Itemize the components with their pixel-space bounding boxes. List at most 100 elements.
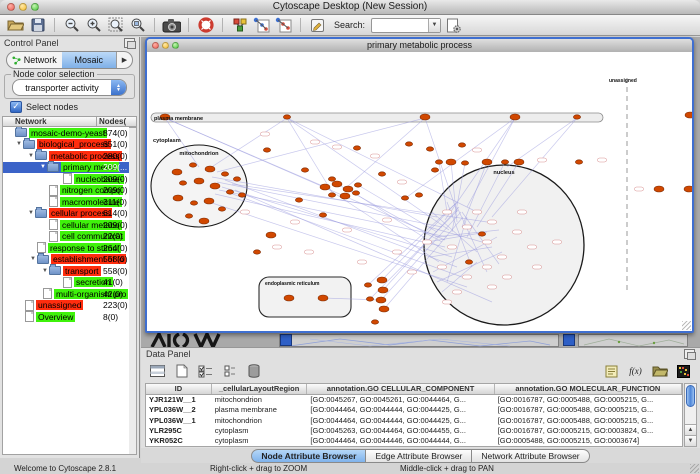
tree-row[interactable]: mosaic-demo-yeast874(0) <box>3 127 136 139</box>
expander-icon[interactable]: ▼ <box>27 210 35 216</box>
tree-row[interactable]: cellular metabo209(0) <box>3 219 136 231</box>
tree-row[interactable]: ▼cellular process614(0) <box>3 208 136 220</box>
network-node[interactable] <box>431 168 438 172</box>
network-node[interactable] <box>185 214 192 218</box>
table-row[interactable]: YKR052Ccytoplasm[GO:0044464, GO:0044446,… <box>146 436 682 446</box>
network-node[interactable] <box>478 232 485 236</box>
network-node[interactable] <box>190 201 197 205</box>
save-icon[interactable] <box>28 17 47 34</box>
tab-mosaic[interactable]: Mosaic <box>62 52 117 68</box>
scroll-up-button[interactable]: ▲ <box>685 424 696 435</box>
table-row[interactable]: YDR039C__1mitochondrion[GO:0044464, GO:0… <box>146 446 682 447</box>
table-column-header[interactable]: annotation.GO CELLULAR_COMPONENT <box>307 384 494 394</box>
search-dropdown-arrow[interactable]: ▼ <box>428 19 440 32</box>
network-node[interactable] <box>340 193 350 199</box>
network-node[interactable] <box>343 186 353 192</box>
tree-scrollbar[interactable] <box>129 127 137 455</box>
network-node[interactable] <box>446 159 456 165</box>
network-node[interactable] <box>179 181 186 185</box>
formula-notes-icon[interactable] <box>601 362 622 381</box>
tree-row[interactable]: ▼metabolic process280(0) <box>3 150 136 162</box>
network-node[interactable] <box>199 218 209 224</box>
network-node[interactable] <box>366 297 373 301</box>
network-node[interactable] <box>510 114 520 120</box>
network-node[interactable] <box>376 297 386 303</box>
table-row[interactable]: YPL036W__1mitochondrion[GO:0044464, GO:0… <box>146 416 682 426</box>
tree-row-label[interactable]: unassigned <box>36 300 83 310</box>
import-attributes-icon[interactable] <box>649 362 670 381</box>
network-node[interactable] <box>301 168 308 172</box>
expander-icon[interactable]: ▼ <box>15 141 23 147</box>
table-column-header[interactable]: annotation.GO MOLECULAR_FUNCTION <box>495 384 682 394</box>
select-nodes-checkbox[interactable]: ✓ <box>10 101 22 113</box>
attribute-browser-tab[interactable]: Network Attribute Browser <box>472 449 589 463</box>
network-node[interactable] <box>575 160 582 164</box>
tree-row-label[interactable]: mosaic-demo-yeast <box>29 128 107 138</box>
import-network-icon[interactable] <box>252 17 271 34</box>
network-node[interactable] <box>405 142 412 146</box>
tree-col-nodes[interactable]: Nodes( <box>96 117 136 126</box>
network-node[interactable] <box>204 198 214 204</box>
network-node[interactable] <box>319 213 326 217</box>
network-node[interactable] <box>401 196 408 200</box>
network-node[interactable] <box>458 143 465 147</box>
tree-row-label[interactable]: transport <box>63 266 101 276</box>
network-node[interactable] <box>172 169 182 175</box>
zoom-out-icon[interactable] <box>62 17 81 34</box>
delete-attribute-icon[interactable] <box>243 362 264 381</box>
network-node[interactable] <box>283 115 290 119</box>
network-node[interactable] <box>238 193 245 197</box>
network-node[interactable] <box>377 277 387 283</box>
network-node[interactable] <box>415 193 422 197</box>
network-node[interactable] <box>328 193 335 197</box>
network-node[interactable] <box>378 287 388 293</box>
tree-row[interactable]: ▼primary metab209(... <box>3 162 136 174</box>
float-panel-icon[interactable] <box>124 38 135 48</box>
network-node[interactable] <box>435 160 442 164</box>
tree-header[interactable]: Network Nodes( <box>2 116 137 127</box>
network-node[interactable] <box>379 306 389 312</box>
table-scrollbar[interactable]: ▲ ▼ <box>684 383 697 447</box>
function-builder-icon[interactable]: f(x) <box>625 362 646 381</box>
network-node[interactable] <box>226 190 233 194</box>
vizmapper-icon[interactable] <box>230 17 249 34</box>
network-node[interactable] <box>426 147 433 151</box>
network-node[interactable] <box>194 178 204 184</box>
network-view-titlebar[interactable]: primary metabolic process <box>147 39 692 53</box>
table-row[interactable]: YJR121W__1mitochondrion[GO:0045267, GO:0… <box>146 395 682 405</box>
zoom-window-button[interactable] <box>31 3 39 11</box>
network-node[interactable] <box>173 195 183 201</box>
tab-network[interactable]: Network <box>7 52 62 68</box>
expander-icon[interactable]: ▼ <box>27 153 35 159</box>
network-node[interactable] <box>205 166 215 172</box>
tree-row[interactable]: nitrogen compo209(0) <box>3 185 136 197</box>
tab-overflow-arrow[interactable]: ▶ <box>116 52 132 68</box>
view-close-button[interactable] <box>152 42 159 49</box>
node-color-combo[interactable]: transporter activity ▲▼ <box>12 79 127 96</box>
network-node[interactable] <box>465 260 472 264</box>
zoom-fit-icon[interactable] <box>106 17 125 34</box>
tree-row[interactable]: ▼establishment of lo558(0) <box>3 254 136 266</box>
table-row[interactable]: YPL036W__2plasma membrane[GO:0044464, GO… <box>146 405 682 415</box>
tree-row[interactable]: nucleobase-209(0) <box>3 173 136 185</box>
network-node[interactable] <box>253 250 260 254</box>
select-attributes-icon[interactable] <box>195 362 216 381</box>
minimize-window-button[interactable] <box>19 3 27 11</box>
network-node[interactable] <box>266 232 276 238</box>
network-node[interactable] <box>685 112 692 118</box>
expander-icon[interactable]: ▼ <box>39 164 47 170</box>
network-node[interactable] <box>354 183 361 187</box>
new-attribute-icon[interactable] <box>171 362 192 381</box>
network-node[interactable] <box>353 146 360 150</box>
network-node[interactable] <box>420 114 430 120</box>
network-node[interactable] <box>332 181 342 187</box>
view-zoom-button[interactable] <box>172 42 179 49</box>
network-node[interactable] <box>461 161 468 165</box>
network-node[interactable] <box>210 183 220 189</box>
heatmap-icon[interactable] <box>673 362 694 381</box>
tree-row[interactable]: ▼transport558(0) <box>3 265 136 277</box>
view-minimize-button[interactable] <box>162 42 169 49</box>
network-node[interactable] <box>378 172 385 176</box>
network-node[interactable] <box>320 184 330 190</box>
network-node[interactable] <box>233 177 240 181</box>
